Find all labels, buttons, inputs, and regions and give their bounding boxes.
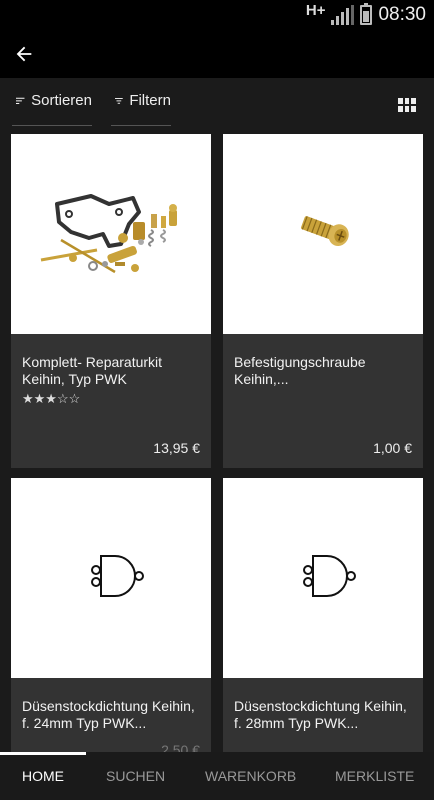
filter-button[interactable]: Filtern	[111, 92, 171, 126]
app-bar	[0, 32, 434, 78]
product-image	[11, 134, 211, 334]
product-title: Düsenstockdichtung Keihin, f. 24mm Typ P…	[22, 698, 195, 731]
sort-filter-toolbar: Sortieren Filtern	[0, 78, 434, 132]
product-price: 2,50 €	[161, 742, 200, 752]
product-image	[11, 478, 211, 678]
product-grid: Komplett- Reparaturkit Keihin, Typ PWK ★…	[0, 132, 434, 752]
active-tab-indicator	[0, 752, 86, 755]
status-icons: H+ 08:30	[305, 1, 426, 26]
clock: 08:30	[378, 4, 426, 25]
product-price: 1,00 €	[373, 440, 412, 456]
product-card[interactable]: Befestigungschraube Keihin,... 1,00 €	[223, 134, 423, 468]
nav-wishlist[interactable]: MERKLISTE	[335, 768, 414, 784]
nav-home[interactable]: HOME	[22, 768, 64, 784]
product-title: Komplett- Reparaturkit Keihin, Typ PWK	[22, 354, 163, 387]
status-bar: H+ 08:30	[0, 0, 434, 32]
product-title: Befestigungschraube Keihin,...	[234, 354, 366, 387]
back-button[interactable]	[8, 38, 40, 70]
grid-view-icon[interactable]	[398, 98, 416, 112]
placeholder-logic-gate-icon	[91, 555, 144, 597]
product-card[interactable]: Düsenstockdichtung Keihin, f. 28mm Typ P…	[223, 478, 423, 752]
rating-stars: ★★★☆☆	[22, 391, 81, 406]
filter-icon	[115, 98, 123, 104]
arrow-left-icon	[16, 46, 32, 62]
carburetor-repair-kit-icon	[40, 194, 177, 274]
product-card[interactable]: Komplett- Reparaturkit Keihin, Typ PWK ★…	[11, 134, 211, 468]
network-type-label: H+	[305, 1, 326, 19]
signal-icon	[331, 5, 355, 25]
nav-cart[interactable]: WARENKORB	[205, 768, 296, 784]
bottom-navigation: HOME SUCHEN WARENKORB MERKLISTE	[0, 752, 434, 800]
product-price: 13,95 €	[153, 440, 200, 456]
product-title: Düsenstockdichtung Keihin, f. 28mm Typ P…	[234, 698, 407, 731]
screw-icon	[301, 216, 349, 247]
nav-search[interactable]: SUCHEN	[106, 768, 165, 784]
sort-icon	[16, 97, 25, 104]
battery-icon	[360, 3, 373, 25]
product-image	[223, 478, 423, 678]
sort-button[interactable]: Sortieren	[12, 92, 92, 126]
placeholder-logic-gate-icon	[303, 555, 356, 597]
product-card[interactable]: Düsenstockdichtung Keihin, f. 24mm Typ P…	[11, 478, 211, 752]
sort-label: Sortieren	[31, 92, 92, 109]
product-image	[223, 134, 423, 334]
filter-label: Filtern	[129, 92, 171, 109]
